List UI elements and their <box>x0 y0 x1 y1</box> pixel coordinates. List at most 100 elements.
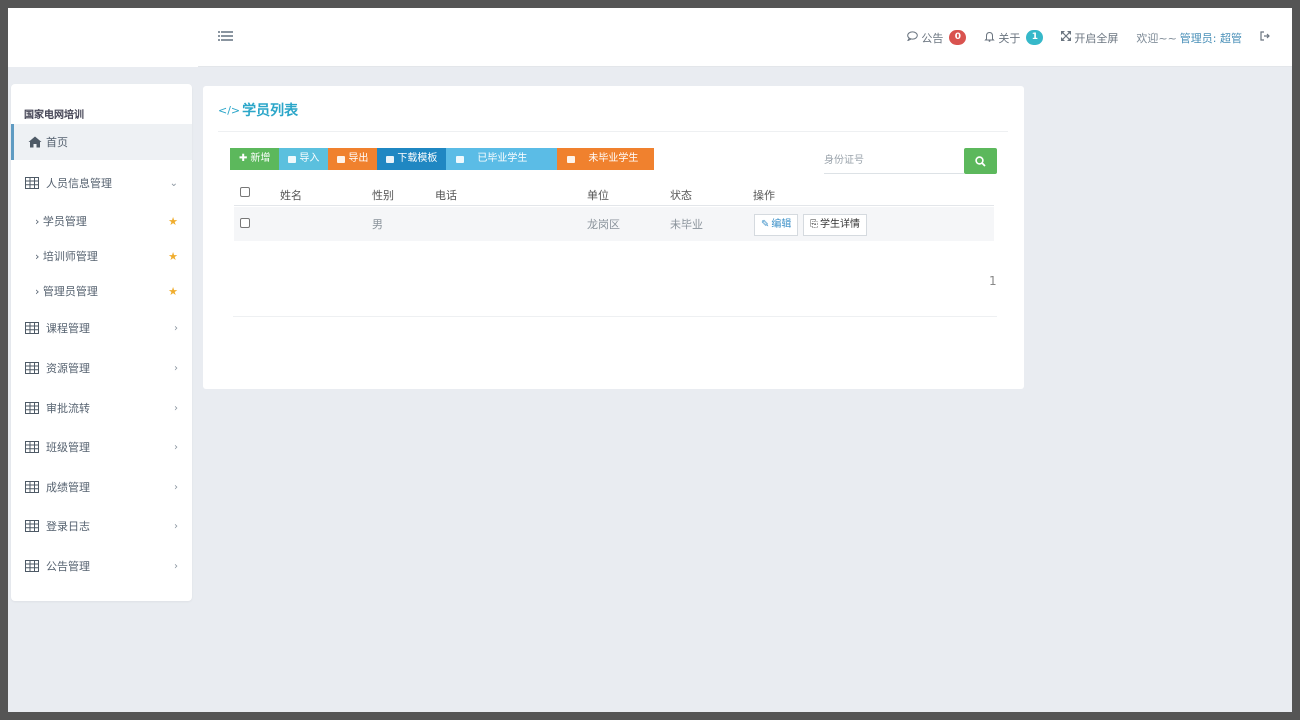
sidebar-item-label: 登录日志 <box>46 520 90 533</box>
sidebar-item-approval[interactable]: 审批流转 › <box>11 390 192 426</box>
fullscreen-label: 开启全屏 <box>1074 31 1119 45</box>
menu-toggle-icon[interactable] <box>218 30 234 44</box>
notice-count-badge: 0 <box>949 30 967 45</box>
app-frame: 公告 0 关于 1 开启全屏 欢迎~~ 管理员: 超管 国家电网培训 首页 人员… <box>8 8 1292 712</box>
table-icon <box>25 362 39 374</box>
download-template-button[interactable]: 下载模板 <box>377 148 447 170</box>
notice-button[interactable]: 公告 0 <box>907 30 967 46</box>
id-number-search-input[interactable] <box>824 148 964 174</box>
about-label: 关于 <box>998 31 1021 45</box>
sidebar-item-scores[interactable]: 成绩管理 › <box>11 469 192 505</box>
link-icon: ⎘ <box>810 219 818 230</box>
export-button[interactable]: 导出 <box>328 148 378 170</box>
sidebar-item-login-log[interactable]: 登录日志 › <box>11 508 192 544</box>
archive-icon <box>337 155 346 163</box>
sidebar: 国家电网培训 首页 人员信息管理 ⌄ › 学员管理 ★ › 培训师管理 ★ › … <box>11 84 192 601</box>
about-button[interactable]: 关于 1 <box>984 30 1044 46</box>
sidebar-title: 国家电网培训 <box>24 110 84 121</box>
sidebar-subitem-label: › 培训师管理 <box>35 250 98 263</box>
table-icon <box>25 560 39 572</box>
about-count-badge: 1 <box>1026 30 1044 45</box>
top-header: 公告 0 关于 1 开启全屏 欢迎~~ 管理员: 超管 <box>8 8 1292 67</box>
edit-icon: ✎ <box>761 219 770 230</box>
plus-icon: ✚ <box>239 153 248 164</box>
search-button[interactable] <box>964 148 997 174</box>
star-icon: ★ <box>168 214 178 228</box>
divider <box>233 316 997 317</box>
comment-icon <box>907 31 919 44</box>
table-icon <box>25 322 39 334</box>
sidebar-item-resources[interactable]: 资源管理 › <box>11 350 192 386</box>
chevron-right-icon: › <box>174 441 178 453</box>
sidebar-item-label: 审批流转 <box>46 402 90 415</box>
logo-area <box>8 8 198 67</box>
chevron-right-icon: › <box>174 362 178 374</box>
bell-icon <box>984 31 996 45</box>
edit-button[interactable]: ✎ 编辑 <box>754 214 799 236</box>
sidebar-item-personnel[interactable]: 人员信息管理 ⌄ <box>11 165 192 201</box>
pagination-page[interactable]: 1 <box>989 274 997 288</box>
sidebar-item-label: 资源管理 <box>46 362 90 375</box>
archive-icon <box>386 155 395 163</box>
star-icon: ★ <box>168 249 178 263</box>
column-header-phone: 电话 <box>435 189 457 202</box>
column-header-unit: 单位 <box>587 189 609 202</box>
welcome-user: 管理员: 超管 <box>1179 31 1242 45</box>
table-icon <box>25 177 39 189</box>
sidebar-item-label: 班级管理 <box>46 441 90 454</box>
table-icon <box>25 520 39 532</box>
chevron-right-icon: › <box>174 520 178 532</box>
fullscreen-icon <box>1061 31 1072 44</box>
not-graduated-students-button[interactable]: 未毕业学生 <box>557 148 655 170</box>
column-header-gender: 性别 <box>372 189 394 202</box>
table-icon <box>25 481 39 493</box>
sidebar-item-classes[interactable]: 班级管理 › <box>11 429 192 465</box>
welcome-prefix: 欢迎~~ <box>1136 31 1177 45</box>
save-icon <box>567 155 576 163</box>
notice-label: 公告 <box>921 31 944 45</box>
cell-gender: 男 <box>372 218 383 231</box>
sidebar-item-label: 成绩管理 <box>46 481 90 494</box>
row-checkbox[interactable] <box>240 218 250 228</box>
add-button[interactable]: ✚ 新增 <box>230 148 280 170</box>
column-header-status: 状态 <box>670 189 692 202</box>
cell-unit: 龙岗区 <box>587 218 620 231</box>
sidebar-item-notices[interactable]: 公告管理 › <box>11 548 192 584</box>
student-detail-button[interactable]: ⎘ 学生详情 <box>803 214 867 236</box>
logout-icon <box>1260 31 1270 44</box>
table-icon <box>25 402 39 414</box>
chevron-right-icon: › <box>174 402 178 414</box>
code-icon: </> <box>218 103 241 117</box>
save-icon <box>288 155 297 163</box>
fullscreen-button[interactable]: 开启全屏 <box>1061 30 1118 46</box>
sidebar-item-label: 人员信息管理 <box>46 177 112 190</box>
sidebar-subitem-admins[interactable]: › 管理员管理 ★ <box>11 276 192 306</box>
chevron-right-icon: › <box>174 322 178 334</box>
sidebar-item-label: 公告管理 <box>46 560 90 573</box>
import-button[interactable]: 导入 <box>279 148 329 170</box>
table-icon <box>25 441 39 453</box>
sidebar-item-home[interactable]: 首页 <box>11 124 192 160</box>
chevron-down-icon: ⌄ <box>169 177 178 189</box>
column-header-actions: 操作 <box>753 189 775 202</box>
table-header: 姓名 性别 电话 单位 状态 操作 <box>234 182 994 206</box>
logout-button[interactable] <box>1260 31 1270 44</box>
divider <box>218 131 1008 132</box>
table-row: 男 龙岗区 未毕业 ✎ 编辑 ⎘ 学生详情 <box>234 207 994 241</box>
column-header-name: 姓名 <box>280 189 302 202</box>
student-list-panel: </> 学员列表 ✚ 新增 导入 导出 下载模板 已毕业学生 未毕业学生 身份证… <box>203 86 1024 389</box>
toolbar: ✚ 新增 导入 导出 下载模板 已毕业学生 未毕业学生 <box>230 148 655 170</box>
select-all-checkbox[interactable] <box>240 187 250 197</box>
header-actions: 公告 0 关于 1 开启全屏 欢迎~~ 管理员: 超管 <box>907 8 1270 67</box>
graduated-students-button[interactable]: 已毕业学生 <box>446 148 558 170</box>
star-icon: ★ <box>168 284 178 298</box>
home-icon <box>28 136 42 148</box>
sidebar-subitem-label: › 学员管理 <box>35 215 87 228</box>
page-title: </> 学员列表 <box>218 100 298 120</box>
sidebar-item-courses[interactable]: 课程管理 › <box>11 310 192 346</box>
chevron-right-icon: › <box>174 560 178 572</box>
sidebar-subitem-label: › 管理员管理 <box>35 285 98 298</box>
sidebar-subitem-trainers[interactable]: › 培训师管理 ★ <box>11 241 192 271</box>
sidebar-subitem-students[interactable]: › 学员管理 ★ <box>11 206 192 236</box>
sidebar-item-label: 课程管理 <box>46 322 90 335</box>
